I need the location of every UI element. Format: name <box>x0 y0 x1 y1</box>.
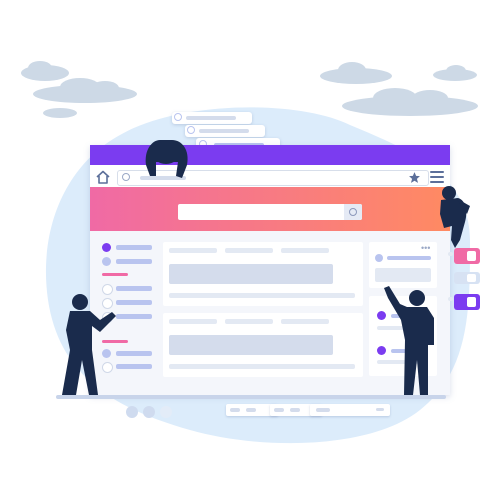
person-pointing-left <box>62 294 116 395</box>
people-figures <box>62 140 470 395</box>
person-climbing <box>440 186 470 248</box>
person-peeking <box>145 140 188 178</box>
person-pointing-up <box>384 286 434 395</box>
